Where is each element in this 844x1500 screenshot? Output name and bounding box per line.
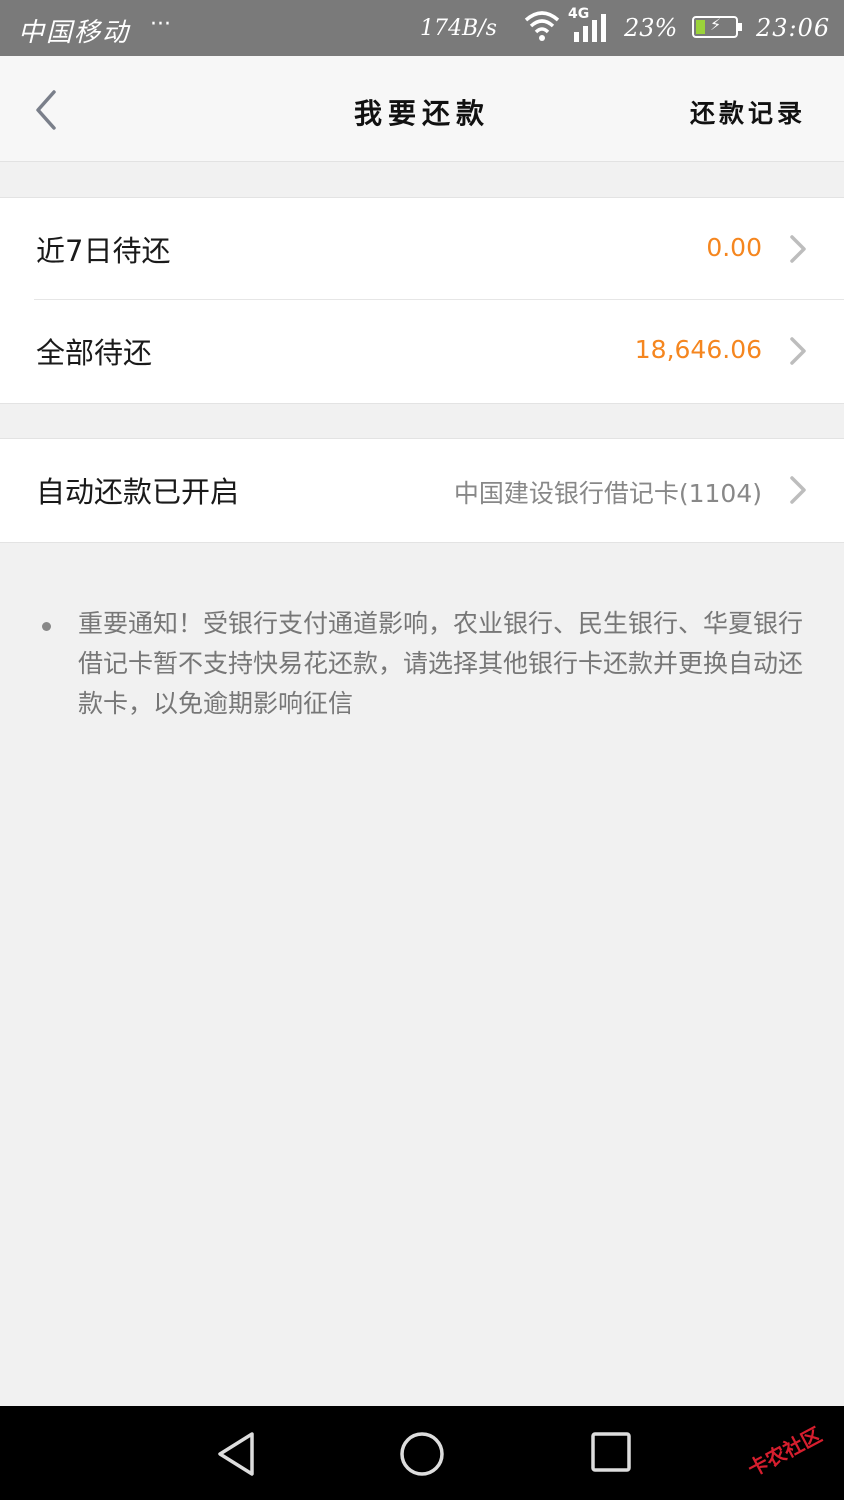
row-amount: 18,646.06 xyxy=(634,335,762,364)
chevron-left-icon xyxy=(36,90,56,130)
watermark-logo: 卡农社区 xyxy=(743,1422,826,1482)
notice: 重要通知！受银行支付通道影响，农业银行、民生银行、华夏银行借记卡暂不支持快易花还… xyxy=(42,604,812,724)
clock: 23:06 xyxy=(756,14,831,42)
network-speed: 174B/s xyxy=(420,16,497,41)
system-navigation-bar: 卡农社区 xyxy=(0,1406,844,1500)
system-home-button[interactable] xyxy=(398,1430,446,1482)
status-bar: 中国移动 ··· 174B/s 4G 23% ⚡ 23:06 xyxy=(0,0,844,56)
status-more-indicator: ··· xyxy=(150,12,171,37)
system-back-button[interactable] xyxy=(214,1430,258,1482)
auto-repay-row[interactable]: 自动还款已开启 中国建设银行借记卡(1104) xyxy=(0,439,844,541)
notice-text: 重要通知！受银行支付通道影响，农业银行、民生银行、华夏银行借记卡暂不支持快易花还… xyxy=(78,609,804,718)
chevron-right-icon xyxy=(790,476,806,504)
row-label: 近7日待还 xyxy=(36,234,171,268)
circle-home-icon xyxy=(400,1432,444,1476)
row-label: 自动还款已开启 xyxy=(36,475,240,509)
signal-icon xyxy=(572,12,610,48)
battery-nub xyxy=(738,23,742,31)
battery-icon: ⚡ xyxy=(692,15,742,38)
recent-7-days-row[interactable]: 近7日待还 0.00 xyxy=(0,198,844,300)
row-amount: 0.00 xyxy=(706,233,762,262)
total-pending-row[interactable]: 全部待还 18,646.06 xyxy=(0,300,844,402)
triangle-back-icon xyxy=(218,1432,254,1476)
battery-fill xyxy=(696,20,705,34)
wifi-icon xyxy=(524,10,560,46)
back-button[interactable] xyxy=(30,86,70,136)
chevron-right-icon xyxy=(790,337,806,365)
charging-bolt-icon: ⚡ xyxy=(710,15,722,34)
repayment-summary-group: 近7日待还 0.00 全部待还 18,646.06 xyxy=(0,197,844,404)
auto-repay-group: 自动还款已开启 中国建设银行借记卡(1104) xyxy=(0,438,844,543)
auto-repay-card: 中国建设银行借记卡(1104) xyxy=(453,479,762,508)
battery-percent: 23% xyxy=(624,14,678,42)
navigation-bar: 我要还款 还款记录 xyxy=(0,56,844,162)
chevron-right-icon xyxy=(790,235,806,263)
row-label: 全部待还 xyxy=(36,336,153,370)
square-recent-icon xyxy=(591,1432,631,1472)
repayment-records-link[interactable]: 还款记录 xyxy=(690,94,806,130)
system-recent-apps-button[interactable] xyxy=(590,1430,632,1478)
bullet-icon xyxy=(42,622,51,631)
carrier-name: 中国移动 xyxy=(18,18,131,48)
